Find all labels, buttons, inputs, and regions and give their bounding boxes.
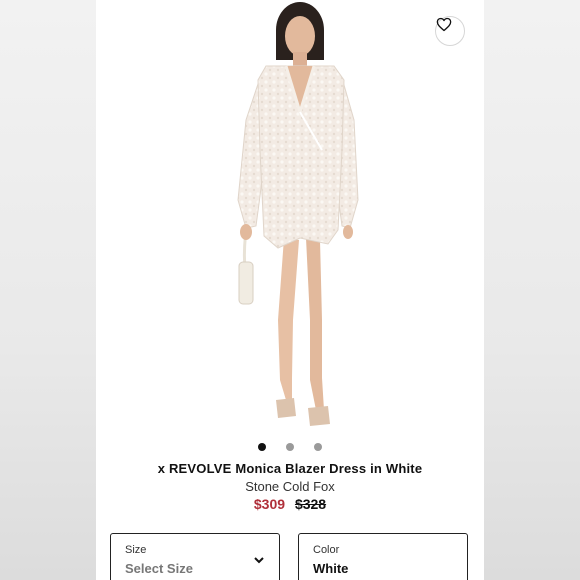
size-value: Select Size (125, 561, 193, 576)
product-title: x REVOLVE Monica Blazer Dress in White (157, 461, 423, 476)
heart-icon (436, 17, 452, 32)
chevron-down-icon (254, 557, 264, 564)
color-value: White (313, 561, 349, 576)
original-price: $328 (294, 496, 327, 512)
product-card: x REVOLVE Monica Blazer Dress in White S… (96, 0, 484, 580)
sale-price: $309 (253, 496, 286, 512)
size-selector[interactable]: Size Select Size (110, 533, 280, 580)
brand-name[interactable]: Stone Cold Fox (96, 479, 484, 494)
size-label: Size (125, 544, 147, 556)
carousel-dot-3[interactable] (314, 443, 322, 451)
carousel-dot-1[interactable] (258, 443, 266, 451)
background-right (484, 0, 580, 580)
product-image[interactable] (96, 0, 484, 440)
image-carousel-indicators (96, 443, 484, 453)
wishlist-button[interactable] (435, 16, 465, 46)
color-selector[interactable]: Color White (298, 533, 468, 580)
carousel-dot-2[interactable] (286, 443, 294, 451)
model-figure (237, 2, 359, 426)
price-row: $309 $328 (96, 496, 484, 512)
background-left (0, 0, 96, 580)
color-label: Color (313, 544, 340, 556)
